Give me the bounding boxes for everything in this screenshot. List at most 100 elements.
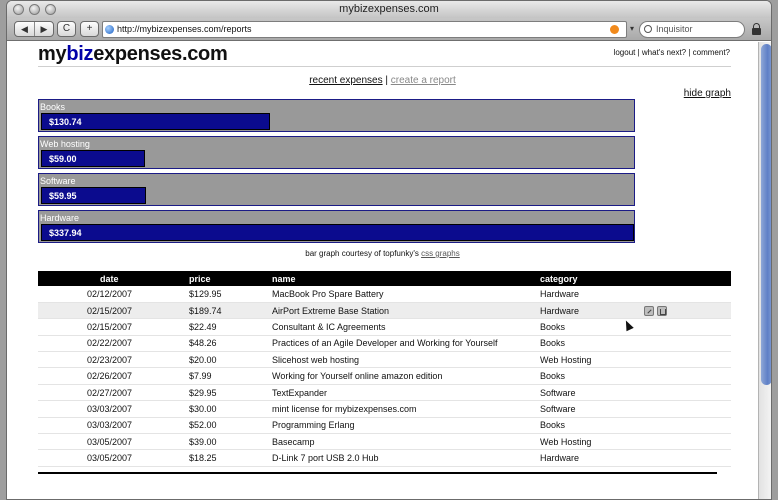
expense-name: MacBook Pro Spare Battery xyxy=(270,286,538,303)
price-column-header[interactable]: price xyxy=(187,271,270,286)
row-actions xyxy=(641,318,731,336)
css-graphs-link[interactable]: css graphs xyxy=(421,249,460,258)
table-row[interactable]: 03/05/2007 $18.25 D-Link 7 port USB 2.0 Hu… xyxy=(38,449,731,467)
expense-price: $48.26 xyxy=(187,335,270,353)
table-row[interactable]: 02/23/2007 $20.00 Slicehost web hosting Web… xyxy=(38,351,731,369)
expense-name: D-Link 7 port USB 2.0 Hub xyxy=(270,449,538,467)
edit-icon[interactable] xyxy=(644,305,654,316)
logout-link[interactable]: logout xyxy=(614,48,636,57)
rss-icon[interactable] xyxy=(610,25,619,34)
hide-graph-link[interactable]: hide graph xyxy=(684,88,731,99)
bar-value-label: $337.94 xyxy=(49,228,82,238)
bar-category-label: Books xyxy=(40,102,66,112)
expense-category: Hardware xyxy=(538,449,641,467)
table-row[interactable]: 03/03/2007 $30.00 mint license for mybizex… xyxy=(38,400,731,418)
account-links: logout | what's next? | comment? xyxy=(613,48,730,57)
bar: $130.74 xyxy=(41,113,270,130)
site-icon xyxy=(105,25,114,34)
forward-button[interactable]: ▶ xyxy=(34,22,53,36)
row-actions xyxy=(641,400,731,418)
expense-name: Working for Yourself online amazon editi… xyxy=(270,367,538,385)
expense-category: Software xyxy=(538,400,641,418)
expense-price: $7.99 xyxy=(187,367,270,385)
comment-link[interactable]: comment? xyxy=(693,48,730,57)
expense-price: $20.00 xyxy=(187,351,270,369)
expense-bar-graph: Books $130.74 Web hosting $59.00 Software $59… xyxy=(38,99,635,247)
bar-value-label: $130.74 xyxy=(49,117,82,127)
expense-category: Software xyxy=(538,384,641,402)
scrollbar-thumb[interactable] xyxy=(761,44,771,385)
minimize-window-button[interactable] xyxy=(29,4,40,15)
table-row[interactable]: 02/27/2007 $29.95 TextExpander Software xyxy=(38,384,731,402)
expense-name: Consultant & IC Agreements xyxy=(270,318,538,336)
expense-price: $22.49 xyxy=(187,318,270,336)
graph-credit: bar graph courtesy of topfunky's css gra… xyxy=(305,249,460,258)
lock-icon xyxy=(752,23,761,35)
recent-expenses-link[interactable]: recent expenses xyxy=(309,75,382,86)
table-row[interactable]: 02/22/2007 $48.26 Practices of an Agile De… xyxy=(38,335,731,353)
search-field[interactable]: Inquisitor xyxy=(639,21,745,38)
row-actions xyxy=(641,367,731,385)
url-text: http://mybizexpenses.com/reports xyxy=(117,24,252,34)
expenses-table: date price name category 02/12/2007 $129.… xyxy=(38,271,731,467)
bar: $337.94 xyxy=(41,224,634,241)
table-row[interactable]: 02/15/2007 $189.74 AirPort Extreme Base St… xyxy=(38,302,731,320)
history-buttons: ◀ ▶ xyxy=(14,21,54,37)
create-report-link[interactable]: create a report xyxy=(391,75,456,86)
search-placeholder: Inquisitor xyxy=(656,24,693,34)
table-total-divider xyxy=(38,472,717,474)
category-column-header[interactable]: category xyxy=(538,271,641,286)
close-window-button[interactable] xyxy=(13,4,24,15)
expense-date: 03/03/2007 xyxy=(38,400,187,418)
table-row[interactable]: 03/03/2007 $52.00 Programming Erlang Books xyxy=(38,417,731,435)
date-column-header[interactable]: date xyxy=(38,271,187,286)
expense-price: $18.25 xyxy=(187,449,270,467)
expense-date: 02/26/2007 xyxy=(38,367,187,385)
zoom-window-button[interactable] xyxy=(45,4,56,15)
table-row[interactable]: 02/12/2007 $129.95 MacBook Pro Spare Batte… xyxy=(38,286,731,303)
address-bar[interactable]: http://mybizexpenses.com/reports xyxy=(102,21,627,38)
trash-icon[interactable] xyxy=(657,305,667,316)
row-actions xyxy=(641,335,731,353)
whats-next-link[interactable]: what's next? xyxy=(642,48,686,57)
table-row[interactable]: 03/05/2007 $39.00 Basecamp Web Hosting xyxy=(38,433,731,451)
expense-price: $52.00 xyxy=(187,417,270,435)
expense-category: Hardware xyxy=(538,286,641,303)
search-icon xyxy=(644,25,652,33)
expense-price: $30.00 xyxy=(187,400,270,418)
row-actions xyxy=(641,417,731,435)
window-title: mybizexpenses.com xyxy=(339,3,439,15)
bar-row-hardware: Hardware $337.94 xyxy=(38,210,635,243)
expense-price: $39.00 xyxy=(187,433,270,451)
bar-category-label: Hardware xyxy=(40,213,80,223)
bar-row-books: Books $130.74 xyxy=(38,99,635,132)
expense-price: $129.95 xyxy=(187,286,270,303)
site-logo[interactable]: mybizexpenses.com xyxy=(38,43,228,66)
bar: $59.00 xyxy=(41,150,145,167)
table-row[interactable]: 02/26/2007 $7.99 Working for Yourself onli… xyxy=(38,367,731,385)
expense-name: Slicehost web hosting xyxy=(270,351,538,369)
back-button[interactable]: ◀ xyxy=(15,22,34,36)
expense-date: 02/27/2007 xyxy=(38,384,187,402)
expense-date: 02/22/2007 xyxy=(38,335,187,353)
address-dropdown-icon[interactable]: ▾ xyxy=(630,24,634,33)
row-actions xyxy=(641,351,731,369)
actions-column-header xyxy=(641,271,731,286)
name-column-header[interactable]: name xyxy=(270,271,538,286)
bar-row-software: Software $59.95 xyxy=(38,173,635,206)
expense-date: 02/15/2007 xyxy=(38,318,187,336)
browser-toolbar: ◀ ▶ C + http://mybizexpenses.com/reports… xyxy=(7,18,771,41)
vertical-scrollbar[interactable] xyxy=(758,42,771,499)
reload-button[interactable]: C xyxy=(57,21,76,37)
expense-name: Basecamp xyxy=(270,433,538,451)
expense-name: TextExpander xyxy=(270,384,538,402)
row-actions xyxy=(641,384,731,402)
add-bookmark-button[interactable]: + xyxy=(80,21,99,37)
expense-category: Books xyxy=(538,417,641,435)
expense-price: $189.74 xyxy=(187,302,270,320)
table-header-row: date price name category xyxy=(38,271,731,286)
page-content: mybizexpenses.com logout | what's next? … xyxy=(7,42,758,499)
expense-category: Hardware xyxy=(538,302,641,320)
header-divider xyxy=(38,66,731,67)
expense-name: Programming Erlang xyxy=(270,417,538,435)
